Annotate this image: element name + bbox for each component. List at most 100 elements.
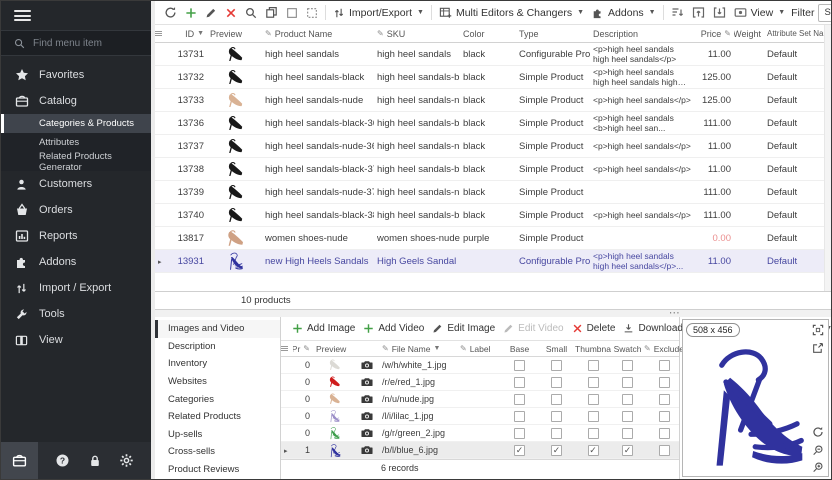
table-row[interactable]: 13738 high heel sandals-black-37high hee… (155, 158, 831, 181)
fit-to-screen-button[interactable] (812, 324, 824, 336)
exclude-checkbox[interactable] (659, 411, 670, 422)
expand-up-button[interactable] (688, 2, 709, 24)
image-row[interactable]: 0 /w/h/white_1.jpg (281, 357, 679, 374)
column-header-description[interactable]: Description (590, 25, 694, 42)
column-header-camera[interactable] (355, 341, 379, 356)
image-row[interactable]: 0 /n/u/nude.jpg (281, 391, 679, 408)
open-external-button[interactable] (812, 342, 824, 354)
swatch-checkbox[interactable] (622, 360, 633, 371)
table-row[interactable]: 13817 women shoes-nudewomen shoes-nude-2… (155, 227, 831, 250)
sidebar-item-addons[interactable]: Addons (1, 249, 151, 275)
thumbnail-checkbox[interactable] (588, 394, 599, 405)
small-checkbox[interactable] (551, 394, 562, 405)
base-checkbox[interactable] (514, 377, 525, 388)
edit-image-button[interactable]: Edit Image (428, 318, 499, 340)
tab-up-sells[interactable]: Up-sells (155, 426, 280, 444)
column-header-product-name[interactable]: ✎Product Name (262, 25, 374, 42)
hamburger-menu-icon[interactable] (14, 8, 31, 24)
image-row[interactable]: 0 /g/r/green_2.jpg (281, 425, 679, 442)
column-header-exclude[interactable]: ✎Exclude (644, 341, 684, 356)
base-checkbox[interactable] (514, 360, 525, 371)
column-header-small[interactable]: Small (538, 341, 575, 356)
sidebar-item-categories-products[interactable]: Categories & Products (1, 114, 151, 133)
base-checkbox[interactable] (514, 394, 525, 405)
category-filter-select[interactable]: Show products from selected categories▼ (818, 4, 832, 22)
image-row[interactable]: 0 /l/i/lilac_1.jpg (281, 408, 679, 425)
column-header-id[interactable]: ID▼ (167, 25, 207, 42)
table-row[interactable]: 13737 high heel sandals-nude-36high heel… (155, 135, 831, 158)
swatch-checkbox[interactable] (622, 428, 633, 439)
table-row[interactable]: 13731 high heel sandalshigh heel sandals… (155, 43, 831, 66)
column-header-type[interactable]: Type (516, 25, 590, 42)
swatch-checkbox[interactable] (622, 411, 633, 422)
table-row[interactable]: 13736 high heel sandals-black-36high hee… (155, 112, 831, 135)
tab-websites[interactable]: Websites (155, 373, 280, 391)
column-header-base[interactable]: Base (501, 341, 538, 356)
image-row-selected[interactable]: 1 /b/l/blue_6.jpg (281, 442, 679, 459)
rotate-button[interactable] (812, 426, 824, 438)
swatch-checkbox[interactable] (622, 377, 633, 388)
swatch-checkbox[interactable] (622, 445, 633, 456)
table-row[interactable]: 13732 high heel sandals-blackhigh heel s… (155, 66, 831, 89)
settings-gear-button[interactable] (119, 453, 134, 468)
tab-categories[interactable]: Categories (155, 390, 280, 408)
thumbnail-checkbox[interactable] (588, 428, 599, 439)
exclude-checkbox[interactable] (659, 428, 670, 439)
base-checkbox[interactable] (514, 411, 525, 422)
tab-cross-sells[interactable]: Cross-sells (155, 443, 280, 461)
column-header-file-name[interactable]: ✎File Name▼ (379, 341, 457, 356)
small-checkbox[interactable] (551, 445, 562, 456)
thumbnail-checkbox[interactable] (588, 360, 599, 371)
help-button[interactable]: ? (55, 453, 70, 468)
table-row[interactable]: 13733 high heel sandals-nudehigh heel sa… (155, 89, 831, 112)
exclude-checkbox[interactable] (659, 360, 670, 371)
column-header-label[interactable]: ✎Label (457, 341, 501, 356)
tab-images-and-video[interactable]: Images and Video (155, 320, 280, 338)
column-header-thumbnail[interactable]: Thumbna (575, 341, 611, 356)
select-region-button[interactable] (302, 2, 322, 24)
edit-button[interactable] (201, 2, 221, 24)
small-checkbox[interactable] (551, 428, 562, 439)
add-video-button[interactable]: Add Video (359, 318, 428, 340)
checkbox-select-button[interactable] (282, 2, 302, 24)
column-header-preview[interactable]: Preview (313, 341, 355, 356)
column-header-swatch[interactable]: Swatch (611, 341, 644, 356)
tab-product-reviews[interactable]: Product Reviews (155, 461, 280, 479)
catalog-mode-button[interactable] (1, 442, 38, 479)
small-checkbox[interactable] (551, 411, 562, 422)
exclude-checkbox[interactable] (659, 445, 670, 456)
addons-button[interactable]: Addons▼ (588, 2, 660, 24)
delete-button[interactable] (221, 2, 241, 24)
sidebar-item-tools[interactable]: Tools (1, 301, 151, 327)
import-export-button[interactable]: Import/Export▼ (329, 2, 428, 24)
small-checkbox[interactable] (551, 360, 562, 371)
add-image-button[interactable]: Add Image (288, 318, 359, 340)
column-header-sku[interactable]: ✎SKU (374, 25, 460, 42)
exclude-checkbox[interactable] (659, 377, 670, 388)
column-header-preview[interactable]: Preview (207, 25, 262, 42)
small-checkbox[interactable] (551, 377, 562, 388)
sidebar-item-import-export[interactable]: Import / Export (1, 275, 151, 301)
table-row[interactable]: 13740 high heel sandals-black-38high hee… (155, 204, 831, 227)
thumbnail-checkbox[interactable] (588, 445, 599, 456)
search-button[interactable] (241, 2, 261, 24)
sidebar-item-attributes[interactable]: Attributes (1, 133, 151, 152)
exclude-checkbox[interactable] (659, 394, 670, 405)
sidebar-item-customers[interactable]: Customers (1, 171, 151, 197)
image-row[interactable]: 0 /r/e/red_1.jpg (281, 374, 679, 391)
column-header-weight[interactable]: Weight (734, 25, 764, 42)
refresh-button[interactable] (160, 2, 181, 24)
sidebar-search[interactable] (1, 30, 151, 56)
sidebar-item-view[interactable]: View (1, 327, 151, 353)
sidebar-item-reports[interactable]: Reports (1, 223, 151, 249)
thumbnail-checkbox[interactable] (588, 377, 599, 388)
table-row[interactable]: 13739 high heel sandals-nude-37high heel… (155, 181, 831, 204)
vertical-scrollbar[interactable] (824, 25, 831, 291)
search-input[interactable] (33, 38, 143, 49)
sidebar-item-related-products-generator[interactable]: Related Products Generator (1, 152, 151, 171)
base-checkbox[interactable] (514, 428, 525, 439)
tab-related-products[interactable]: Related Products (155, 408, 280, 426)
zoom-out-button[interactable] (812, 444, 824, 456)
delete-image-button[interactable]: Delete (568, 318, 620, 340)
column-header-price[interactable]: Price✎ (694, 25, 734, 42)
